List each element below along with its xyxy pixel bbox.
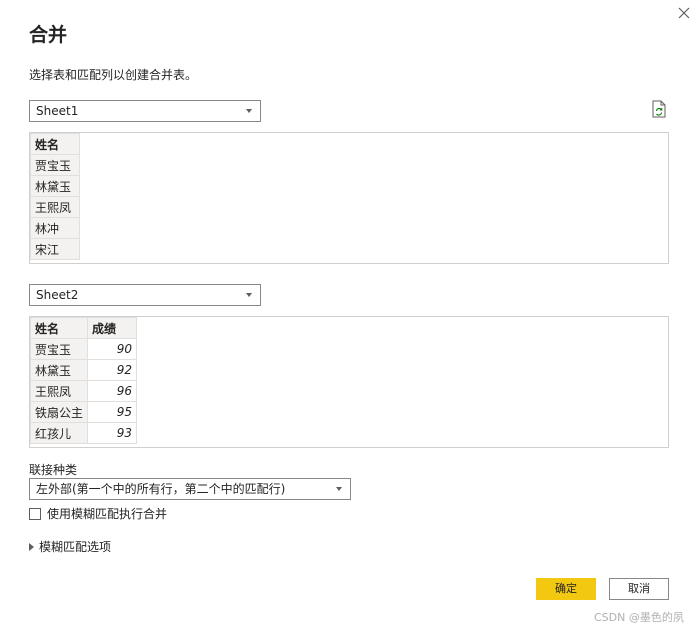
table2-grid: 姓名 成绩 贾宝玉 90 林黛玉 92 王熙凤 96 铁扇公主 95 红孩儿 9… [30,317,137,444]
chevron-down-icon [336,487,342,491]
table1-grid: 姓名 贾宝玉 林黛玉 王熙凤 林冲 宋江 [30,133,80,260]
cell-name: 贾宝玉 [30,154,80,176]
cell-name: 红孩儿 [30,422,88,444]
column-header-name[interactable]: 姓名 [30,317,88,339]
table-row: 林冲 [30,217,80,239]
table1-preview: 姓名 贾宝玉 林黛玉 王熙凤 林冲 宋江 [29,132,669,264]
cell-name: 宋江 [30,238,80,260]
dialog-title: 合并 [29,24,68,46]
table-row: 林黛玉 92 [30,359,137,381]
table1-select-value: Sheet1 [36,104,79,118]
table2-select-value: Sheet2 [36,288,79,302]
table-row: 铁扇公主 95 [30,401,137,423]
table-row: 林黛玉 [30,175,80,197]
fuzzy-options-label: 模糊匹配选项 [39,540,112,554]
cell-name: 贾宝玉 [30,338,88,360]
cell-name: 王熙凤 [30,196,80,218]
table-row: 红孩儿 93 [30,422,137,444]
column-header-score[interactable]: 成绩 [87,317,137,339]
join-kind-value: 左外部(第一个中的所有行，第二个中的匹配行) [36,482,286,496]
fuzzy-match-label: 使用模糊匹配执行合并 [47,507,168,521]
caret-right-icon [29,542,34,551]
chevron-down-icon [246,293,252,297]
fuzzy-options-expander[interactable]: 模糊匹配选项 [29,538,111,555]
table1-select[interactable]: Sheet1 [29,100,261,122]
column-header-name[interactable]: 姓名 [30,133,80,155]
dialog-subtitle: 选择表和匹配列以创建合并表。 [29,68,198,82]
cell-name: 铁扇公主 [30,401,88,423]
close-icon[interactable] [675,4,693,22]
cell-name: 林黛玉 [30,359,88,381]
refresh-icon[interactable] [651,100,667,118]
cancel-button[interactable]: 取消 [609,578,669,600]
cell-name: 王熙凤 [30,380,88,402]
cell-score: 92 [87,359,137,381]
table-row: 贾宝玉 [30,154,80,176]
cell-score: 95 [87,401,137,423]
watermark: CSDN @墨色的夙 [594,611,684,624]
fuzzy-match-checkbox[interactable] [29,507,41,520]
cell-score: 93 [87,422,137,444]
table-row: 宋江 [30,238,80,260]
cell-score: 90 [87,338,137,360]
table-row: 王熙凤 96 [30,380,137,402]
cell-name: 林黛玉 [30,175,80,197]
ok-button[interactable]: 确定 [536,578,596,600]
cell-name: 林冲 [30,217,80,239]
table-row: 王熙凤 [30,196,80,218]
join-kind-label: 联接种类 [29,463,78,477]
cell-score: 96 [87,380,137,402]
join-kind-select[interactable]: 左外部(第一个中的所有行，第二个中的匹配行) [29,478,351,500]
table2-preview: 姓名 成绩 贾宝玉 90 林黛玉 92 王熙凤 96 铁扇公主 95 红孩儿 9… [29,316,669,448]
table-row: 贾宝玉 90 [30,338,137,360]
chevron-down-icon [246,109,252,113]
table2-select[interactable]: Sheet2 [29,284,261,306]
fuzzy-match-checkbox-row[interactable]: 使用模糊匹配执行合并 [29,505,167,522]
